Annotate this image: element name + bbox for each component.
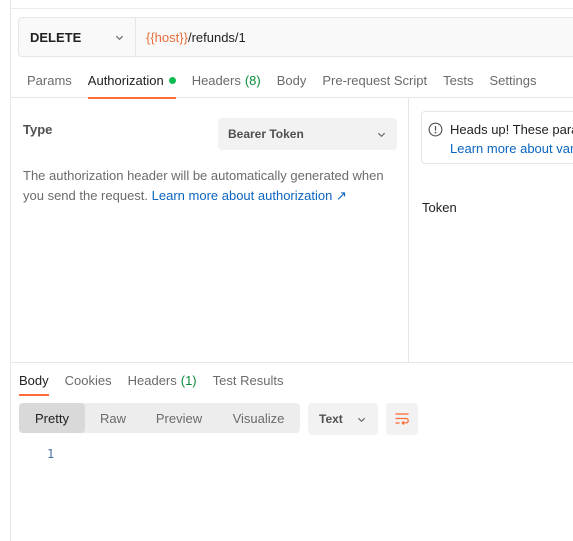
format-select[interactable]: Text [308, 403, 378, 435]
token-label: Token [422, 200, 457, 215]
headers-count: (8) [244, 73, 261, 88]
tab-pre-request-script[interactable]: Pre-request Script [322, 64, 427, 98]
line-number: 1 [47, 447, 55, 461]
view-raw-button[interactable]: Raw [85, 403, 141, 433]
info-icon [428, 122, 443, 137]
tab-label: Body [276, 73, 307, 88]
chevron-down-icon [377, 132, 386, 137]
left-sidebar-edge [0, 0, 11, 541]
view-preview-button[interactable]: Preview [141, 403, 217, 433]
learn-more-auth-link[interactable]: Learn more about authorization ↗ [152, 188, 347, 203]
pane-divider[interactable] [11, 362, 573, 363]
tab-label: Headers [127, 372, 177, 388]
tab-cookies[interactable]: Cookies [65, 365, 112, 395]
chevron-down-icon [115, 35, 124, 40]
auth-description: The authorization header will be automat… [23, 166, 393, 206]
auth-type-value: Bearer Token [228, 127, 304, 141]
view-pretty-button[interactable]: Pretty [19, 403, 85, 433]
learn-more-variables-link[interactable]: Learn more about variables [450, 141, 573, 156]
tab-tests[interactable]: Tests [443, 64, 473, 98]
format-value: Text [319, 412, 343, 426]
auth-type-select[interactable]: Bearer Token [218, 118, 397, 150]
tab-body[interactable]: Body [277, 64, 307, 98]
tab-label: Params [27, 73, 72, 88]
tab-response-headers[interactable]: Headers (1) [128, 365, 197, 395]
view-visualize-button[interactable]: Visualize [217, 403, 300, 433]
wrap-lines-button[interactable] [386, 403, 418, 435]
top-divider [11, 8, 573, 9]
method-select[interactable]: DELETE [19, 18, 136, 56]
tab-test-results[interactable]: Test Results [213, 365, 284, 395]
method-label: DELETE [30, 29, 82, 45]
response-headers-count: (1) [180, 372, 197, 388]
tab-settings[interactable]: Settings [489, 64, 536, 98]
auth-config-panel: Type Bearer Token The authorization head… [11, 98, 409, 362]
tab-headers[interactable]: Headers (8) [192, 64, 261, 98]
tab-label: Body [19, 372, 49, 388]
tab-label: Test Results [212, 372, 284, 388]
heads-up-notice: Heads up! These parameters hold sensitiv… [421, 111, 573, 164]
wrap-lines-icon [395, 413, 409, 425]
tab-label: Headers [191, 73, 241, 88]
tab-params[interactable]: Params [27, 64, 72, 98]
response-tabs: Body Cookies Headers (1) Test Results [11, 364, 573, 396]
tab-label: Tests [443, 73, 474, 88]
tab-authorization[interactable]: Authorization [87, 64, 176, 99]
view-mode-toggle: Pretty Raw Preview Visualize [19, 403, 300, 433]
heads-up-title: Heads up! These parameters hold sensitiv… [450, 122, 573, 137]
tab-label: Pre-request Script [322, 73, 428, 88]
url-bar: DELETE {{host}}/refunds/1 [18, 17, 573, 57]
tab-label: Settings [489, 73, 537, 88]
url-input[interactable]: {{host}}/refunds/1 [136, 30, 246, 45]
url-variable: {{host}} [146, 29, 188, 45]
chevron-down-icon [357, 417, 366, 422]
tab-label: Cookies [64, 372, 112, 388]
tab-label: Authorization [87, 73, 164, 88]
request-tabs: Params Authorization Headers (8) Body Pre… [11, 64, 573, 99]
tab-response-body[interactable]: Body [19, 365, 49, 396]
status-dot-icon [168, 77, 176, 84]
url-path: /refunds/1 [187, 29, 246, 45]
type-label: Type [23, 122, 53, 137]
